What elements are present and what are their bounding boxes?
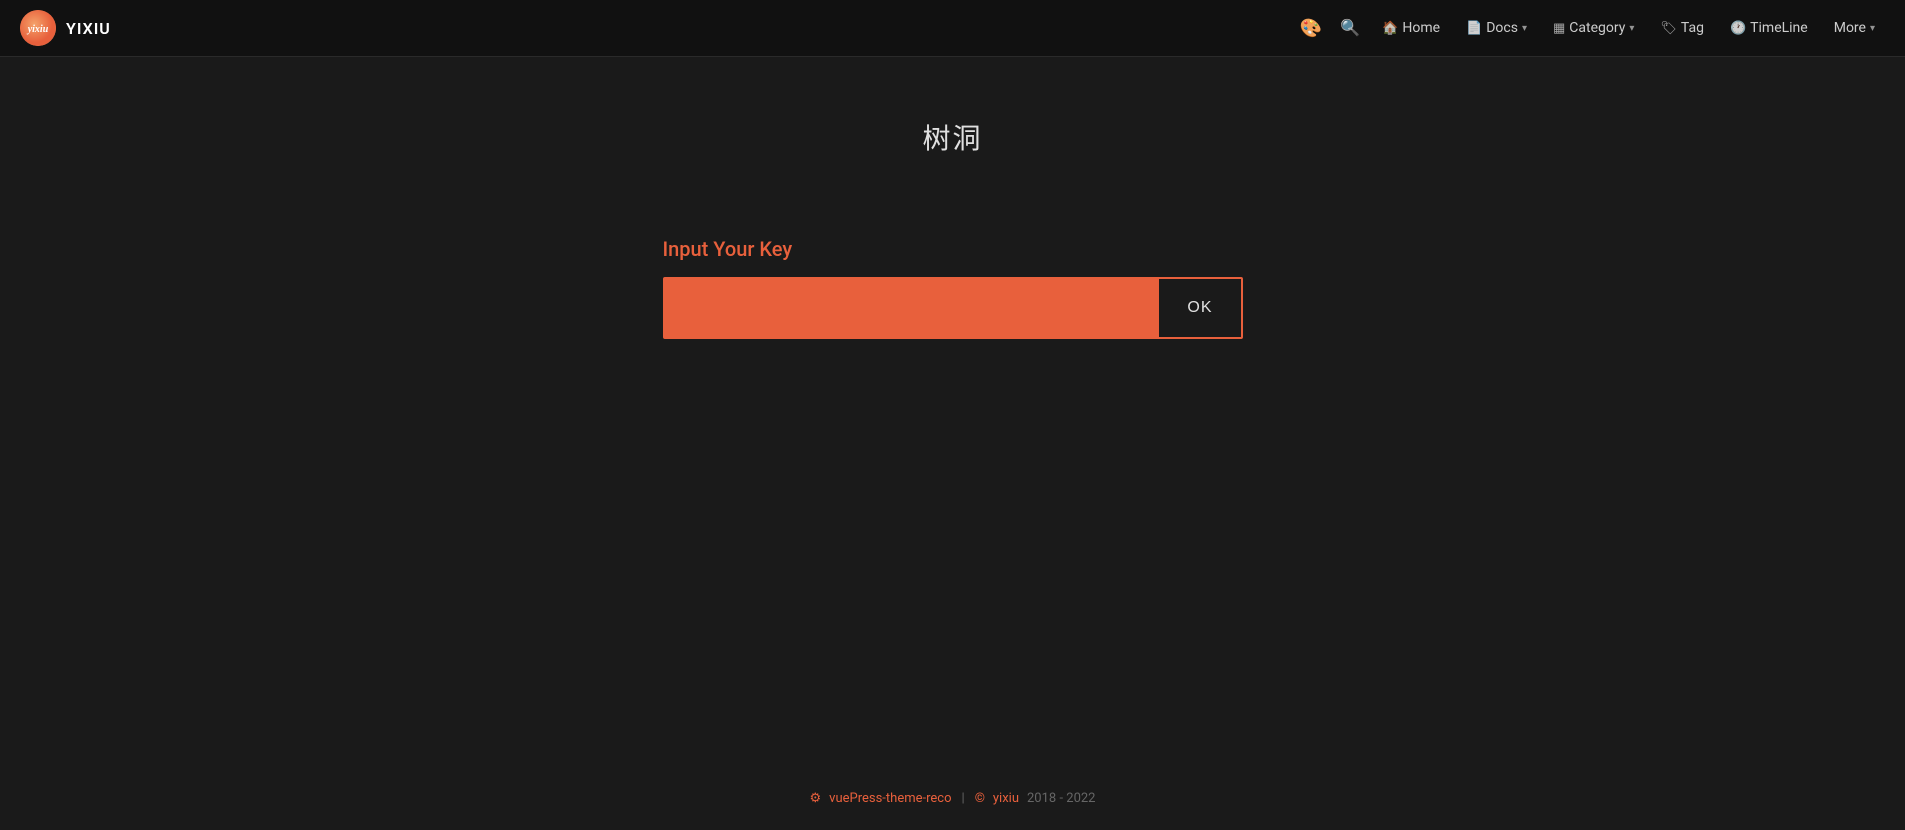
nav-item-timeline[interactable]: 🕐 TimeLine (1720, 14, 1818, 42)
search-icon: 🔍 (1340, 18, 1360, 38)
nav-label-docs: Docs (1486, 20, 1518, 36)
author-link[interactable]: yixiu (993, 791, 1019, 806)
nav-label-timeline: TimeLine (1750, 20, 1808, 36)
paint-icon: 🎨 (1300, 18, 1322, 39)
theme-icon: ⚙ (810, 791, 822, 806)
copyright-icon: © (975, 791, 985, 806)
nav-label-tag: Tag (1681, 20, 1704, 36)
footer-separator: | (962, 791, 965, 806)
theme-toggle-button[interactable]: 🎨 (1294, 12, 1328, 45)
docs-icon: 📄 (1466, 21, 1482, 36)
more-chevron-icon: ▾ (1870, 23, 1875, 34)
tag-icon: 🏷 (1660, 21, 1677, 36)
theme-link[interactable]: vuePress-theme-reco (829, 791, 951, 806)
nav-item-home[interactable]: 🏠 Home (1372, 14, 1450, 42)
nav-label-category: Category (1569, 20, 1625, 36)
navbar-nav: 🎨 🔍 🏠 Home 📄 Docs ▾ ▦ Category ▾ 🏷 Tag (1294, 12, 1885, 45)
logo-avatar: yixiu (20, 10, 56, 46)
home-icon: 🏠 (1382, 21, 1398, 36)
nav-label-more: More (1834, 20, 1866, 36)
timeline-icon: 🕐 (1730, 21, 1746, 36)
navbar-brand: yixiu YIXIU (20, 10, 111, 46)
footer-years: 2018 - 2022 (1027, 791, 1096, 806)
svg-text:yixiu: yixiu (27, 24, 49, 35)
ok-button[interactable]: OK (1157, 279, 1240, 337)
key-input[interactable] (665, 279, 1158, 337)
key-label: Input Your Key (663, 237, 793, 261)
key-input-row: OK (663, 277, 1243, 339)
page-title: 树洞 (922, 117, 982, 157)
category-icon: ▦ (1553, 21, 1565, 36)
site-title: YIXIU (66, 19, 111, 38)
search-button[interactable]: 🔍 (1334, 12, 1366, 44)
docs-chevron-icon: ▾ (1522, 23, 1527, 34)
nav-item-tag[interactable]: 🏷 Tag (1650, 14, 1714, 42)
navbar: yixiu YIXIU 🎨 🔍 🏠 Home 📄 Docs ▾ ▦ Catego… (0, 0, 1905, 57)
category-chevron-icon: ▾ (1629, 23, 1634, 34)
nav-label-home: Home (1402, 20, 1440, 36)
nav-item-docs[interactable]: 📄 Docs ▾ (1456, 14, 1537, 42)
nav-item-category[interactable]: ▦ Category ▾ (1543, 14, 1644, 42)
footer: ⚙ vuePress-theme-reco | © yixiu 2018 - 2… (0, 767, 1905, 830)
key-section: Input Your Key OK (663, 237, 1243, 339)
nav-item-more[interactable]: More ▾ (1824, 14, 1885, 42)
main-content: 树洞 Input Your Key OK (0, 57, 1905, 767)
